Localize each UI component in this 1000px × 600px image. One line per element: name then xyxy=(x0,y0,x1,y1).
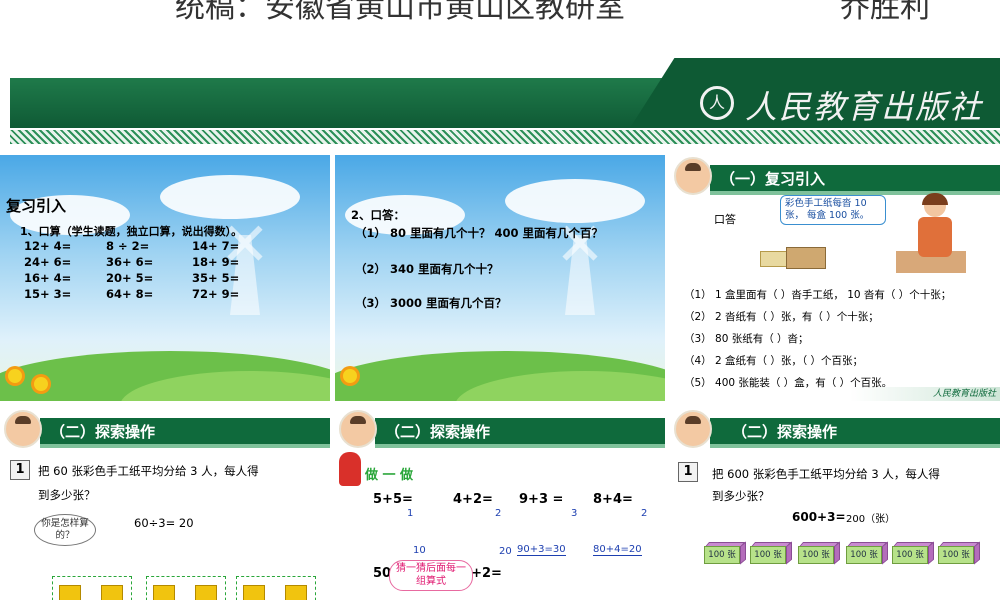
header-stripe xyxy=(40,444,330,448)
info-bubble: 彩色手工纸每沓 10 张， 每盒 100 张。 xyxy=(780,195,886,225)
calc-item: 5+5= xyxy=(373,492,413,507)
teacher-avatar-icon xyxy=(674,157,712,195)
calc-cell: 15+ 3= xyxy=(24,287,72,301)
paper-group xyxy=(146,576,226,600)
calc-cell: 72+ 9= xyxy=(192,287,240,301)
windmill-blade-icon: ✕ xyxy=(554,210,606,280)
paper-group xyxy=(236,576,316,600)
question-item: （1） 1 盒里面有（ ）沓手工纸， 10 沓有（ ）个十张； xyxy=(684,289,952,301)
slide-title: 2、口答： xyxy=(351,208,406,222)
slide-thumbnail-3[interactable]: （一）复习引入 口答 彩色手工纸每沓 10 张， 每盒 100 张。 （1） 1… xyxy=(670,155,1000,401)
teacher-avatar-icon xyxy=(674,410,712,448)
paper-stack-icon: 100 张 xyxy=(938,541,980,565)
calc-cell: 8 ÷ 2= xyxy=(106,239,150,253)
boy-illustration xyxy=(896,193,966,273)
equation-text: 600+3= xyxy=(792,510,846,524)
problem-number: 1 xyxy=(10,460,30,480)
problem-number: 1 xyxy=(678,462,698,482)
answer-text: 3 xyxy=(571,508,578,519)
problem-text: 到多少张？ xyxy=(38,488,96,502)
slide-thumbnail-4[interactable]: （二）探索操作 1 把 60 张彩色手工纸平均分给 3 人，每人得 到多少张？ … xyxy=(0,408,330,600)
header-title: （一）复习引入 xyxy=(720,170,826,188)
calc-cell: 14+ 7= xyxy=(192,239,240,253)
do-it-label: 做 一 做 xyxy=(365,468,414,483)
guess-bubble: 猜一猜后面每一组算式 xyxy=(389,560,473,591)
paper-box-icon xyxy=(786,247,826,269)
equation-answer: 200（张） xyxy=(846,514,896,525)
flower-icon xyxy=(8,369,22,383)
slide-thumbnail-5[interactable]: （二）探索操作 做 一 做 5+5= 4+2= 9+3 = 8+4= 1 2 3… xyxy=(335,408,665,600)
calc-item: 9+3 = xyxy=(519,492,564,507)
publisher-name: 人民教育出版社 xyxy=(745,88,984,126)
banner-stripe xyxy=(10,130,1000,144)
calc-cell: 12+ 4= xyxy=(24,239,72,253)
header-stripe xyxy=(375,444,665,448)
instruction-text: 1、口算（学生读题，独立口算，说出得数）。 xyxy=(20,225,243,238)
answer-text: 80+4=20 xyxy=(593,544,642,556)
paper-stack-icon: 100 张 xyxy=(750,541,792,565)
paper-stack-icon: 100 张 xyxy=(892,541,934,565)
header-stripe xyxy=(710,444,1000,448)
oral-answer-label: 口答 xyxy=(714,213,736,226)
pencil-icon xyxy=(339,452,361,486)
calc-cell: 24+ 6= xyxy=(24,255,72,269)
slide-thumbnail-1[interactable]: ✕ 复习引入 1、口算（学生读题，独立口算，说出得数）。 12+ 4= 8 ÷ … xyxy=(0,155,330,401)
publisher-banner: 人 人民教育出版社 xyxy=(10,58,1000,148)
teacher-avatar-icon xyxy=(4,410,42,448)
equation-text: 60÷3= 20 xyxy=(134,516,194,530)
answer-text: 1 xyxy=(407,508,414,519)
problem-text: 把 600 张彩色手工纸平均分给 3 人，每人得 xyxy=(712,467,940,481)
paper-stack-icon: 100 张 xyxy=(704,541,746,565)
credit-right: 乔胜利 xyxy=(840,0,930,25)
calc-cell: 20+ 5= xyxy=(106,271,154,285)
question-text: （3） 3000 里面有几个百？ xyxy=(355,296,507,310)
question-item: （3） 80 张纸有（ ）沓； xyxy=(684,333,809,345)
slide-title: 复习引入 xyxy=(6,197,67,215)
calc-cell: 18+ 9= xyxy=(192,255,240,269)
calc-cell: 64+ 8= xyxy=(106,287,154,301)
header-title: （二）探索操作 xyxy=(50,423,156,441)
top-credit: 统稿：安徽省黄山市黄山区教研室 乔胜利 xyxy=(0,0,1000,25)
question-item: （2） 2 沓纸有（ ）张，有（ ）个十张； xyxy=(684,311,879,323)
paper-group xyxy=(52,576,132,600)
calc-cell: 35+ 5= xyxy=(192,271,240,285)
slide-header: （二）探索操作 xyxy=(0,408,330,450)
slide-header: （二）探索操作 xyxy=(335,408,665,450)
answer-text: 10 xyxy=(413,545,426,556)
answer-text: 90+3=30 xyxy=(517,544,566,556)
thought-bubble: 你是怎样算的？ xyxy=(34,514,96,546)
flower-icon xyxy=(34,377,48,391)
slide-header: （一）复习引入 xyxy=(670,155,1000,197)
calc-cell: 36+ 6= xyxy=(106,255,154,269)
mini-publisher-logo: 人民教育出版社 xyxy=(932,389,996,399)
slide-thumbnail-6[interactable]: （二）探索操作 1 把 600 张彩色手工纸平均分给 3 人，每人得 到多少张？… xyxy=(670,408,1000,600)
flower-icon xyxy=(343,369,357,383)
credit-left: 统稿：安徽省黄山市黄山区教研室 xyxy=(175,0,625,25)
question-item: （4） 2 盒纸有（ ）张，（ ）个百张； xyxy=(684,355,863,367)
question-text: （1） 80 里面有几个十？ 400 里面有几个百？ xyxy=(355,226,604,240)
calc-cell: 16+ 4= xyxy=(24,271,72,285)
question-text: （2） 340 里面有几个十？ xyxy=(355,262,499,276)
paper-stack-icon: 100 张 xyxy=(846,541,888,565)
pep-logo-icon: 人 xyxy=(700,86,734,120)
problem-text: 到多少张？ xyxy=(712,489,770,503)
answer-text: 2 xyxy=(641,508,648,519)
slide-header: （二）探索操作 xyxy=(670,408,1000,450)
teacher-avatar-icon xyxy=(339,410,377,448)
answer-text: 20 xyxy=(499,546,512,557)
slide-thumbnail-2[interactable]: ✕ 2、口答： （1） 80 里面有几个十？ 400 里面有几个百？ （2） 3… xyxy=(335,155,665,401)
answer-text: 2 xyxy=(495,508,502,519)
header-title: （二）探索操作 xyxy=(732,423,838,441)
calc-item: 4+2= xyxy=(453,492,493,507)
problem-text: 把 60 张彩色手工纸平均分给 3 人，每人得 xyxy=(38,464,259,478)
header-title: （二）探索操作 xyxy=(385,423,491,441)
calc-item: 8+4= xyxy=(593,492,633,507)
paper-stack-icon: 100 张 xyxy=(798,541,840,565)
